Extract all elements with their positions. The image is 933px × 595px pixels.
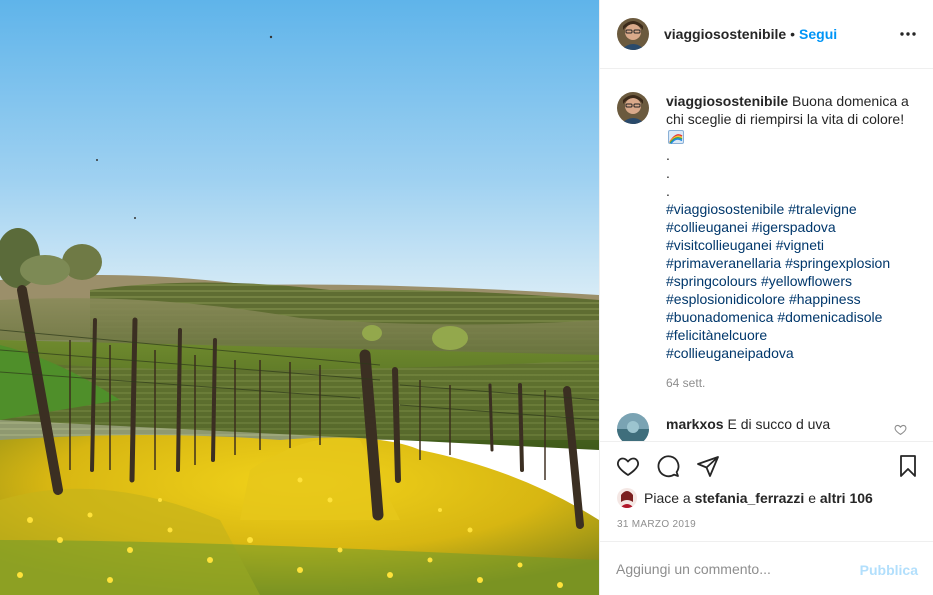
hashtag-link[interactable]: #primaveranellaria: [666, 255, 781, 271]
hashtag-line: #springcolours #yellowflowers: [666, 272, 916, 290]
comment-input[interactable]: [616, 558, 846, 580]
more-options-icon[interactable]: [896, 22, 920, 46]
likes-conjunction: e: [808, 490, 816, 506]
hashtag-link[interactable]: #visitcollieuganei: [666, 237, 772, 253]
post-date[interactable]: 31 MARZO 2019: [617, 519, 696, 530]
comment-text: E di succo d uva: [727, 416, 831, 432]
hashtag-line: #buonadomenica #domenicadisole: [666, 308, 916, 326]
likes-summary: Piace a stefania_ferrazzi e altri 106: [617, 488, 873, 508]
hashtag-link[interactable]: #esplosionidicolore: [666, 291, 785, 307]
vineyard-landscape-image: [0, 0, 599, 595]
commenter-username[interactable]: markxos: [666, 416, 724, 432]
hashtag-link[interactable]: #domenicadisole: [777, 309, 882, 325]
likes-others-count[interactable]: altri 106: [820, 490, 873, 506]
follow-button[interactable]: Segui: [799, 26, 837, 42]
hashtag-line: #primaveranellaria #springexplosion: [666, 254, 916, 272]
publish-button[interactable]: Pubblica: [860, 562, 918, 578]
likes-prefix: Piace a: [644, 490, 691, 506]
caption-avatar[interactable]: [617, 92, 649, 124]
rainbow-flag-icon: [668, 130, 684, 144]
caption-dot: .: [666, 165, 670, 181]
like-heart-icon[interactable]: [616, 454, 642, 480]
hashtag-link[interactable]: #collieuganei: [666, 219, 748, 235]
post-side-panel: viaggiosostenibile • Segui viaggiososten…: [599, 0, 933, 595]
comment-bubble-icon[interactable]: [656, 454, 682, 480]
hashtag-link[interactable]: #springexplosion: [785, 255, 890, 271]
caption-username[interactable]: viaggiosostenibile: [666, 93, 788, 109]
hashtag-link[interactable]: #springcolours: [666, 273, 757, 289]
author-avatar[interactable]: [617, 18, 649, 50]
author-username[interactable]: viaggiosostenibile: [664, 26, 786, 42]
caption-timestamp[interactable]: 64 sett.: [666, 374, 916, 392]
hashtag-line: #collieuganei #igerspadova: [666, 218, 916, 236]
hashtag-link[interactable]: #igerspadova: [752, 219, 836, 235]
add-comment-bar: Pubblica: [600, 541, 933, 595]
hashtag-link[interactable]: #viaggiosostenibile: [666, 201, 784, 217]
liker-username[interactable]: stefania_ferrazzi: [695, 490, 805, 506]
hashtag-line: #viaggiosostenibile #tralevigne: [666, 200, 916, 218]
commenter-avatar[interactable]: [617, 413, 649, 441]
hashtag-line: #felicitànelcuore: [666, 326, 916, 344]
hashtag-link[interactable]: #felicitànelcuore: [666, 327, 767, 343]
share-paper-plane-icon[interactable]: [696, 454, 722, 480]
hashtag-link[interactable]: #collieuganeipadova: [666, 345, 794, 361]
save-bookmark-icon[interactable]: [896, 454, 922, 480]
hashtag-link[interactable]: #tralevigne: [788, 201, 857, 217]
comments-list[interactable]: viaggiosostenibile Buona domenica a chi …: [600, 70, 933, 441]
caption-dot: .: [666, 183, 670, 199]
hashtag-line: #visitcollieuganei #vigneti: [666, 236, 916, 254]
hashtag-link[interactable]: #buonadomenica: [666, 309, 773, 325]
caption-dot: .: [666, 147, 670, 163]
caption-body: viaggiosostenibile Buona domenica a chi …: [666, 92, 916, 392]
hashtag-link[interactable]: #vigneti: [776, 237, 824, 253]
comment-body: markxos E di succo d uva: [666, 415, 830, 433]
hashtag-link[interactable]: #yellowflowers: [761, 273, 852, 289]
comment-like-heart-icon[interactable]: [894, 423, 908, 437]
hashtag-link[interactable]: #happiness: [789, 291, 861, 307]
hashtag-line: #collieuganeipadova: [666, 344, 916, 362]
hashtag-line: #esplosionidicolore #happiness: [666, 290, 916, 308]
liker-avatar[interactable]: [617, 488, 637, 508]
post-photo[interactable]: [0, 0, 599, 595]
header-separator: •: [790, 26, 796, 42]
post-header: viaggiosostenibile • Segui: [600, 0, 933, 69]
comment-item: markxos E di succo d uva: [617, 413, 917, 441]
post-actions: Piace a stefania_ferrazzi e altri 106 31…: [600, 441, 933, 541]
